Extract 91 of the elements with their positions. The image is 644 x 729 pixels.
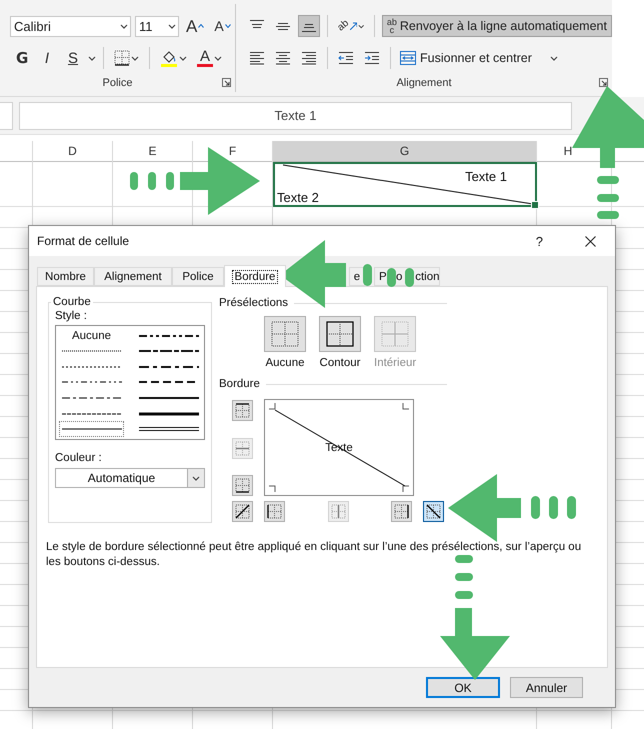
line-sample-icon xyxy=(138,349,198,354)
line-sample-icon xyxy=(62,380,122,384)
line-sample-icon xyxy=(138,334,198,338)
tab[interactable]: Police xyxy=(172,267,224,286)
dialog-button[interactable]: Annuler xyxy=(510,677,583,698)
help-button[interactable]: ? xyxy=(536,234,543,248)
align-lines-icon xyxy=(301,51,317,65)
field-label: Style : xyxy=(55,310,88,322)
font-color-button[interactable]: A xyxy=(194,47,225,69)
preset-icon xyxy=(271,321,299,347)
line-sample-icon xyxy=(138,364,198,369)
line-style-option[interactable] xyxy=(59,421,124,437)
formula-bar[interactable]: Texte 1 xyxy=(19,102,572,130)
line-sample-icon xyxy=(138,396,198,400)
line-sample-icon xyxy=(138,426,198,432)
line-sample-icon xyxy=(62,427,122,432)
line-sample-icon xyxy=(62,364,122,369)
border-button[interactable] xyxy=(232,475,253,496)
tab[interactable]: P o ction xyxy=(374,267,440,286)
cell-text: Texte 1 xyxy=(465,169,507,184)
caret-icon xyxy=(550,56,558,60)
hint-text: Le style de bordure sélectionné peut être appliqué en cliquant sur l’une des présélections, sur l’aperçu ou les boutons ci-dessus. xyxy=(46,540,582,570)
column-header[interactable]: D xyxy=(33,141,112,161)
preset-label[interactable]: Contour xyxy=(320,357,360,369)
paint-bucket-icon xyxy=(160,49,178,67)
dialog-launcher-icon[interactable] xyxy=(599,78,608,87)
field-label: Couleur : xyxy=(55,452,103,464)
column-header[interactable]: H xyxy=(537,141,599,161)
line-sample-icon xyxy=(62,412,122,416)
grow-font-button[interactable]: A xyxy=(183,15,208,37)
slant-arrow-icon xyxy=(350,22,356,30)
group-label: Police xyxy=(102,77,132,89)
tab[interactable]: Bordure xyxy=(224,265,286,287)
dialog-title: Format de cellule xyxy=(37,234,130,248)
merge-center-button[interactable]: Fusionner et centrer xyxy=(398,47,560,69)
border-line-icon xyxy=(234,503,251,520)
indent-icon xyxy=(364,51,380,65)
column-header[interactable]: F xyxy=(193,141,272,161)
merge-cells-icon xyxy=(400,51,416,65)
group-label: Alignement xyxy=(396,77,452,89)
border-button[interactable] xyxy=(232,400,253,421)
borders-icon xyxy=(114,50,130,66)
preset-icon xyxy=(326,321,354,347)
preset-button[interactable] xyxy=(319,316,361,352)
caret-icon xyxy=(88,56,96,60)
preset-icon xyxy=(381,321,410,347)
section-title: Bordure xyxy=(219,378,260,390)
tab[interactable]: Alignement xyxy=(94,267,172,286)
align-lines-icon xyxy=(275,51,291,65)
preset-label[interactable]: Aucune xyxy=(265,357,304,369)
caret-icon xyxy=(168,24,176,28)
font-size-select[interactable]: 11 xyxy=(135,16,179,36)
caret-icon xyxy=(358,24,364,28)
font-name-select[interactable]: Calibri xyxy=(10,16,131,36)
caret-icon xyxy=(192,476,200,480)
fill-handle[interactable] xyxy=(531,201,539,209)
format-button[interactable]: I xyxy=(36,47,58,69)
color-select[interactable]: Automatique xyxy=(55,468,205,488)
outdent-icon xyxy=(338,51,354,65)
caret-icon xyxy=(131,56,139,60)
caret-icon xyxy=(214,56,222,60)
dialog-button[interactable]: OK xyxy=(426,677,500,698)
orientation-button[interactable]: ab xyxy=(334,15,367,37)
column-header[interactable]: E xyxy=(113,141,192,161)
line-sample-icon xyxy=(62,349,122,354)
caret-icon xyxy=(179,56,187,60)
border-button[interactable] xyxy=(232,501,253,522)
align-lines-icon xyxy=(249,51,265,65)
line-sample-icon xyxy=(138,412,198,416)
caret-icon xyxy=(224,24,231,28)
column-header[interactable]: G xyxy=(273,141,536,161)
section-title: Présélections xyxy=(219,297,288,309)
color-bar-icon xyxy=(197,64,213,67)
dialog-launcher-icon[interactable] xyxy=(222,78,231,87)
caret-icon xyxy=(120,24,128,28)
line-style-option[interactable]: Aucune xyxy=(59,328,124,344)
border-button[interactable] xyxy=(423,501,444,522)
tab[interactable]: Nombre xyxy=(37,267,94,286)
line-sample-icon xyxy=(62,396,122,400)
vertical-align-button[interactable] xyxy=(298,15,320,37)
border-button[interactable] xyxy=(264,501,285,522)
caret-up-icon xyxy=(198,24,204,28)
wrap-text-icon: ab c xyxy=(386,18,397,34)
close-icon xyxy=(584,236,596,246)
shrink-font-button[interactable]: A xyxy=(211,15,234,37)
border-button[interactable] xyxy=(391,501,412,522)
cell-text: Texte 2 xyxy=(277,190,319,205)
border-line-icon xyxy=(425,503,442,520)
group-title: Courbe xyxy=(52,296,92,308)
format-button[interactable]: S xyxy=(62,47,84,69)
format-button[interactable]: G xyxy=(10,47,32,69)
